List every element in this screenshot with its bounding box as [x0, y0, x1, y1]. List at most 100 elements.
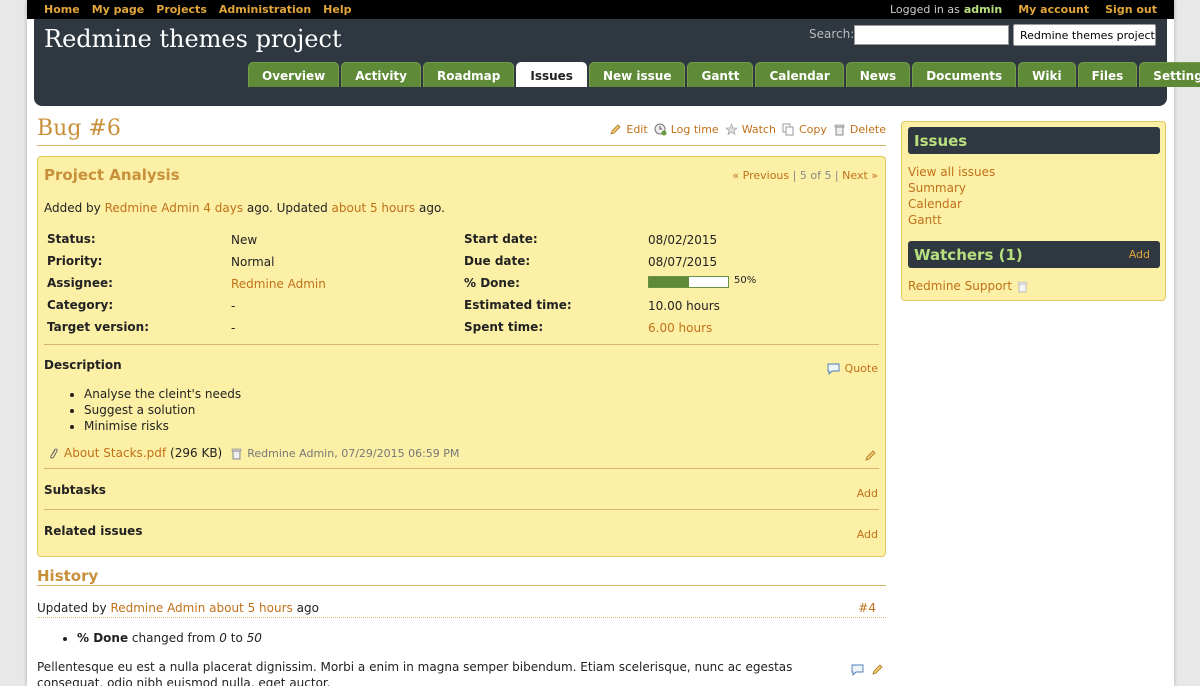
history-heading: History — [37, 567, 99, 585]
journal-number-link[interactable]: #4 — [858, 601, 876, 615]
search-label: Search: — [809, 27, 855, 41]
detail-field: % Done — [77, 631, 129, 645]
comment-icon[interactable] — [851, 663, 864, 676]
star-icon — [724, 123, 738, 136]
add-related-issue-button[interactable]: Add — [857, 528, 878, 541]
project-title[interactable]: Redmine themes project — [44, 25, 342, 53]
sidebar-link-calendar[interactable]: Calendar — [908, 196, 995, 212]
watch-button[interactable]: Watch — [724, 123, 776, 136]
main-menu: Overview Activity Roadmap Issues New iss… — [248, 62, 1200, 87]
add-subtask-button[interactable]: Add — [857, 487, 878, 500]
top-menu-help[interactable]: Help — [323, 3, 351, 16]
my-account-link[interactable]: My account — [1018, 3, 1089, 16]
estimated-time-value: 10.00 hours — [648, 299, 720, 313]
add-watcher-button[interactable]: Add — [1129, 248, 1150, 261]
related-issues-heading: Related issues — [44, 524, 143, 538]
logged-in-label: Logged in as — [889, 3, 960, 16]
trash-icon[interactable] — [230, 447, 243, 460]
detail-from: 0 — [219, 631, 227, 645]
trash-icon[interactable] — [1016, 280, 1029, 293]
target-version-value: - — [231, 321, 236, 335]
detail-to-word: to — [230, 631, 243, 645]
done-progress: 50% — [648, 275, 788, 291]
sidebar-link-view-all-issues[interactable]: View all issues — [908, 164, 995, 180]
journal-header: Updated by Redmine Admin about 5 hours a… — [37, 601, 886, 615]
top-menu-my-page[interactable]: My page — [92, 3, 145, 16]
tab-roadmap[interactable]: Roadmap — [423, 62, 515, 87]
updated-link[interactable]: about 5 hours — [332, 201, 416, 215]
author-link[interactable]: Redmine Admin — [105, 201, 200, 215]
category-value: - — [231, 299, 236, 313]
subtasks-heading: Subtasks — [44, 483, 106, 497]
copy-button[interactable]: Copy — [782, 123, 827, 136]
tab-news[interactable]: News — [845, 62, 911, 87]
journal-time-link[interactable]: about 5 hours — [209, 601, 293, 615]
attachment-link[interactable]: About Stacks.pdf — [64, 446, 166, 460]
next-issue-link[interactable]: Next » — [842, 169, 878, 182]
journal-details: % Done changed from 0 to 50 — [77, 631, 262, 645]
logged-in-user[interactable]: admin — [964, 3, 1002, 16]
divider — [44, 344, 879, 345]
top-menu: Home My page Projects Administration Hel… — [27, 0, 1174, 19]
sidebar-watchers-title: Watchers (1) — [914, 246, 1023, 264]
history-divider — [37, 585, 886, 586]
issue-position: 5 of 5 — [799, 169, 832, 182]
edit-button[interactable]: Edit — [609, 123, 648, 136]
target-version-label: Target version: — [47, 320, 150, 334]
sign-out-link[interactable]: Sign out — [1105, 3, 1157, 16]
assignee-label: Assignee: — [47, 276, 113, 290]
description-heading: Description — [44, 358, 122, 372]
issue-details: Project Analysis « Previous | 5 of 5 | N… — [37, 156, 886, 557]
comment-icon — [827, 363, 839, 375]
issue-title: Bug #6 — [37, 116, 121, 141]
issue-subject: Project Analysis — [44, 166, 180, 184]
sidebar-link-gantt[interactable]: Gantt — [908, 212, 995, 228]
previous-issue-link[interactable]: « Previous — [732, 169, 789, 182]
tab-overview[interactable]: Overview — [248, 62, 340, 87]
tab-wiki[interactable]: Wiki — [1018, 62, 1076, 87]
log-time-button[interactable]: Log time — [654, 123, 719, 136]
journal-author-link[interactable]: Redmine Admin — [110, 601, 205, 615]
tab-issues[interactable]: Issues — [516, 62, 587, 87]
created-link[interactable]: 4 days — [203, 201, 243, 215]
issue-author-line: Added by Redmine Admin 4 days ago. Updat… — [44, 201, 445, 215]
status-value: New — [231, 233, 258, 247]
edit-label: Edit — [626, 123, 648, 136]
spent-time-link[interactable]: 6.00 hours — [648, 321, 712, 335]
tab-files[interactable]: Files — [1077, 62, 1138, 87]
detail-changed: changed from — [131, 631, 216, 645]
quote-button[interactable]: Quote — [827, 362, 878, 375]
project-jump-select[interactable]: Redmine themes project — [1013, 24, 1156, 46]
start-date-label: Start date: — [464, 232, 538, 246]
log-time-label: Log time — [670, 123, 719, 136]
search-input[interactable] — [854, 25, 1009, 45]
tab-calendar[interactable]: Calendar — [755, 62, 844, 87]
top-menu-home[interactable]: Home — [44, 3, 80, 16]
pencil-icon[interactable] — [864, 449, 877, 462]
assignee-link[interactable]: Redmine Admin — [231, 277, 326, 291]
priority-label: Priority: — [47, 254, 103, 268]
journal-divider — [37, 617, 886, 618]
watcher-link[interactable]: Redmine Support — [908, 279, 1012, 293]
tab-settings[interactable]: Settings — [1139, 62, 1200, 87]
sidebar: Issues View all issues Summary Calendar … — [901, 121, 1166, 301]
pencil-icon[interactable] — [871, 663, 884, 676]
attachment: About Stacks.pdf (296 KB) Redmine Admin,… — [47, 446, 459, 460]
author-prefix: Added by — [44, 201, 101, 215]
delete-button[interactable]: Delete — [833, 123, 886, 136]
pencil-icon — [610, 124, 621, 135]
tab-activity[interactable]: Activity — [341, 62, 421, 87]
due-date-value: 08/07/2015 — [648, 255, 718, 269]
tab-documents[interactable]: Documents — [912, 62, 1017, 87]
copy-label: Copy — [798, 123, 827, 136]
sidebar-link-summary[interactable]: Summary — [908, 180, 995, 196]
top-menu-administration[interactable]: Administration — [219, 3, 311, 16]
tab-new-issue[interactable]: New issue — [588, 62, 686, 87]
tab-gantt[interactable]: Gantt — [687, 62, 754, 87]
category-label: Category: — [47, 298, 114, 312]
issue-pagination: « Previous | 5 of 5 | Next » — [732, 169, 878, 182]
attachment-size: (296 KB) — [170, 446, 223, 460]
top-menu-projects[interactable]: Projects — [156, 3, 207, 16]
updated-prefix: ago. Updated — [246, 201, 328, 215]
estimated-time-label: Estimated time: — [464, 298, 572, 312]
